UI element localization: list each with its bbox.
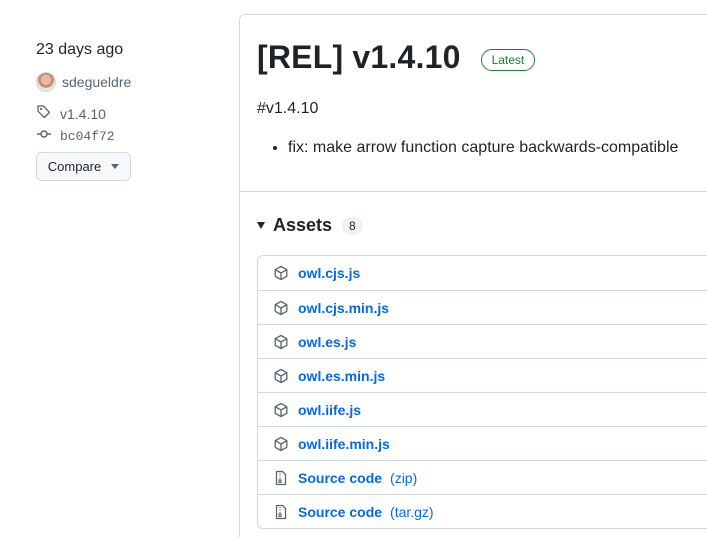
asset-link[interactable]: owl.iife.js	[298, 402, 361, 418]
release-date: 23 days ago	[36, 41, 124, 58]
asset-format-label: (zip)	[390, 469, 418, 486]
asset-link[interactable]: owl.cjs.min.js	[298, 300, 389, 316]
asset-row[interactable]: owl.es.min.js	[258, 358, 707, 392]
package-icon	[273, 334, 289, 350]
avatar[interactable]	[36, 72, 56, 92]
asset-row[interactable]: owl.cjs.min.js	[258, 290, 707, 324]
release-card: [REL] v1.4.10 Latest #v1.4.10 fix: make …	[239, 14, 707, 537]
assets-toggle[interactable]: Assets 8	[257, 215, 363, 236]
release-header: [REL] v1.4.10 Latest	[257, 39, 536, 76]
asset-link[interactable]: owl.es.js	[298, 334, 356, 350]
latest-badge: Latest	[480, 48, 536, 71]
commit-link[interactable]: bc04f72	[36, 126, 115, 146]
asset-row[interactable]: Source code (tar.gz)	[258, 494, 707, 528]
asset-row[interactable]: owl.iife.min.js	[258, 426, 707, 460]
asset-link[interactable]: owl.iife.min.js	[298, 436, 390, 452]
commit-hash[interactable]: bc04f72	[60, 129, 115, 144]
asset-list: owl.cjs.js owl.cjs.min.js owl.es.js owl.es.…	[257, 255, 707, 529]
compare-label: Compare	[47, 159, 102, 174]
triangle-down-icon	[257, 222, 265, 229]
git-commit-icon	[36, 126, 52, 146]
package-icon	[273, 368, 289, 384]
release-notes: fix: make arrow function capture backwar…	[288, 139, 678, 157]
author-link[interactable]: sdegueldre	[36, 72, 131, 92]
asset-link[interactable]: Source code	[298, 504, 382, 520]
asset-row[interactable]: owl.es.js	[258, 324, 707, 358]
file-zip-icon	[273, 470, 289, 486]
package-icon	[273, 402, 289, 418]
release-note-item: fix: make arrow function capture backwar…	[288, 139, 678, 157]
asset-link[interactable]: Source code	[298, 470, 382, 486]
release-title[interactable]: [REL] v1.4.10	[257, 39, 461, 76]
assets-count-badge: 8	[342, 216, 363, 235]
divider	[240, 191, 707, 192]
asset-link[interactable]: owl.cjs.js	[298, 265, 360, 281]
asset-row[interactable]: owl.cjs.js	[258, 256, 707, 290]
asset-format-label: (tar.gz)	[390, 503, 434, 520]
package-icon	[273, 300, 289, 316]
assets-title[interactable]: Assets	[273, 215, 332, 236]
tag-icon	[36, 104, 52, 123]
compare-button[interactable]: Compare	[36, 152, 131, 181]
asset-row[interactable]: owl.iife.js	[258, 392, 707, 426]
chevron-down-icon	[111, 164, 120, 169]
package-icon	[273, 265, 289, 281]
release-tag-ref: #v1.4.10	[257, 100, 319, 117]
tag-label[interactable]: v1.4.10	[60, 106, 106, 122]
file-zip-icon	[273, 504, 289, 520]
asset-row[interactable]: Source code (zip)	[258, 460, 707, 494]
tag-link[interactable]: v1.4.10	[36, 104, 106, 123]
author-name[interactable]: sdegueldre	[62, 74, 131, 90]
asset-link[interactable]: owl.es.min.js	[298, 368, 385, 384]
package-icon	[273, 436, 289, 452]
